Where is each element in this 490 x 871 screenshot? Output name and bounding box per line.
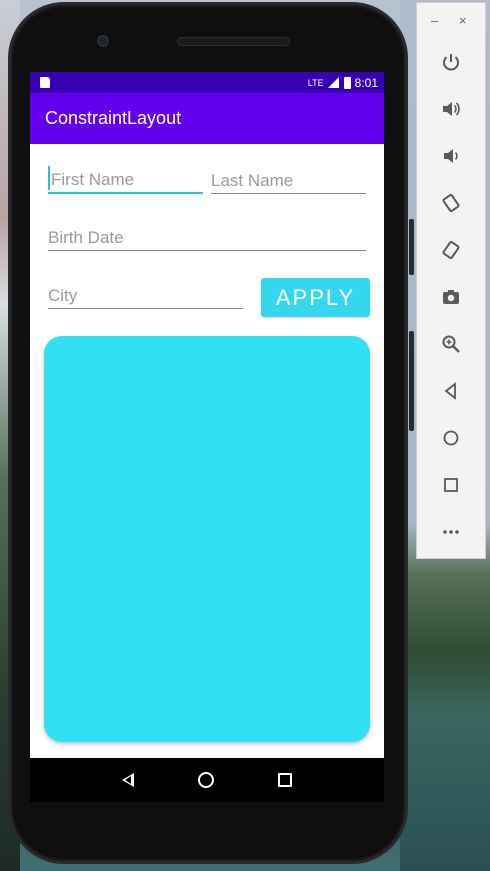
power-icon[interactable] [439, 50, 463, 74]
text-cursor [48, 166, 50, 190]
birth-date-hint: Birth Date [48, 228, 124, 247]
home-icon[interactable] [198, 772, 214, 788]
phone-volume-key [409, 331, 414, 431]
status-time: 8:01 [354, 75, 378, 90]
network-indicator: LTE [307, 77, 324, 88]
more-icon[interactable] [439, 520, 463, 544]
birth-date-input[interactable]: Birth Date [48, 221, 366, 251]
back-icon[interactable] [122, 773, 134, 787]
close-button[interactable]: × [459, 13, 467, 28]
navigation-bar [30, 758, 384, 802]
volume-up-icon[interactable] [439, 97, 463, 121]
status-bar: LTE 8:01 [30, 72, 384, 93]
city-hint: City [48, 286, 78, 305]
minimize-button[interactable]: – [431, 13, 438, 28]
camera-icon[interactable] [439, 285, 463, 309]
back-icon[interactable] [439, 379, 463, 403]
battery-icon [343, 76, 351, 89]
overview-icon[interactable] [439, 473, 463, 497]
sd-card-icon [40, 77, 50, 88]
apply-button[interactable]: APPLY [261, 278, 370, 317]
city-input[interactable]: City [48, 279, 243, 309]
first-name-input[interactable]: First Name [48, 164, 203, 194]
first-name-hint: First Name [51, 170, 135, 189]
recents-icon[interactable] [278, 773, 292, 787]
last-name-input[interactable]: Last Name [211, 164, 366, 194]
phone-power-key [409, 219, 414, 275]
volume-down-icon[interactable] [439, 144, 463, 168]
emulator-toolbar: – × [416, 2, 486, 559]
earpiece-speaker [177, 37, 290, 46]
zoom-icon[interactable] [439, 332, 463, 356]
app-bar: ConstraintLayout [30, 93, 384, 144]
rotate-right-icon[interactable] [439, 238, 463, 262]
front-camera [97, 35, 109, 47]
home-icon[interactable] [439, 426, 463, 450]
last-name-hint: Last Name [211, 171, 294, 190]
rotate-left-icon[interactable] [439, 191, 463, 215]
signal-icon [327, 77, 339, 88]
cyan-card [44, 336, 370, 742]
app-title: ConstraintLayout [45, 108, 182, 128]
app-screen: LTE 8:01 ConstraintLayout First Name Las… [30, 72, 384, 758]
